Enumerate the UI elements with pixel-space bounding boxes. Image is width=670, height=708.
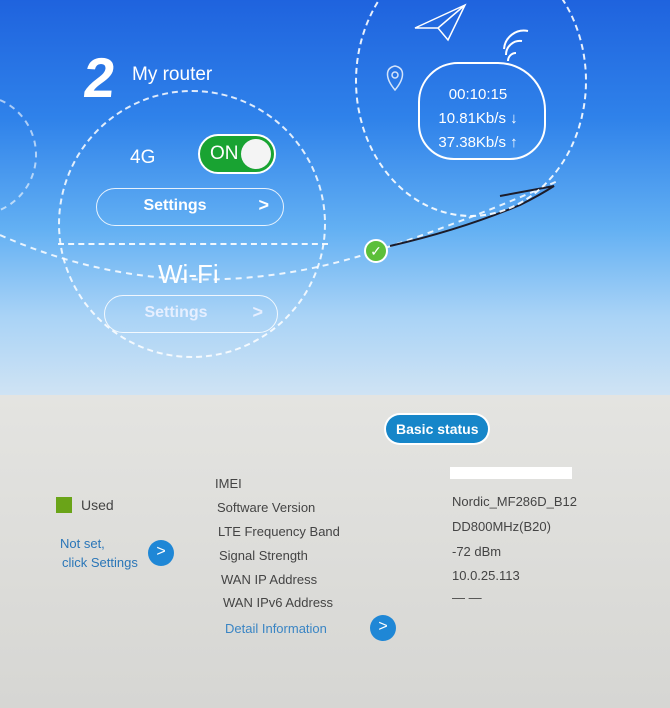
status-value-signal: -72 dBm — [452, 544, 502, 559]
detail-information-link[interactable]: Detail Information — [225, 621, 327, 636]
status-value-wan-ipv6: — — — [452, 590, 482, 605]
status-key-wan-ipv6: WAN IPv6 Address — [223, 595, 334, 610]
chevron-right-icon: > — [156, 543, 166, 560]
status-panel — [0, 395, 670, 708]
router-panel: 2 My router 4G ON Settings > Wi-Fi Setti… — [0, 0, 670, 395]
signal-waves-icon — [503, 29, 529, 62]
status-value-wan-ip: 10.0.25.113 — [452, 568, 520, 583]
used-label: Used — [81, 497, 114, 513]
lte-settings-button[interactable]: Settings > — [96, 188, 284, 226]
status-key-imei: IMEI — [215, 476, 242, 491]
status-key-software: Software Version — [217, 500, 316, 515]
wifi-settings-label: Settings — [144, 304, 208, 321]
lte-toggle-state: ON — [210, 143, 239, 164]
status-key-band: LTE Frequency Band — [218, 524, 340, 539]
basic-status-badge: Basic status — [386, 415, 489, 443]
toggle-knob — [241, 139, 271, 169]
lte-label: 4G — [130, 147, 156, 168]
status-value-software: Nordic_MF286D_B12 — [452, 494, 578, 509]
used-legend-swatch — [56, 497, 72, 513]
wifi-settings-button[interactable]: Settings > — [104, 295, 278, 333]
step-number: 2 — [80, 46, 119, 109]
lte-toggle[interactable]: ON — [198, 134, 276, 174]
click-settings-link[interactable]: click Settings — [62, 555, 138, 570]
chevron-right-icon: > — [378, 618, 388, 635]
status-key-signal: Signal Strength — [219, 548, 308, 563]
paper-plane-icon — [414, 3, 467, 42]
wifi-label: Wi-Fi — [158, 259, 219, 289]
status-key-wan-ip: WAN IP Address — [221, 572, 318, 587]
divider — [58, 243, 328, 245]
location-pin-icon — [386, 65, 404, 92]
imei-value-redacted — [450, 467, 572, 479]
connection-duration: 00:10:15 — [448, 86, 508, 103]
check-icon: ✓ — [364, 239, 388, 263]
detail-information-button[interactable]: > — [370, 615, 396, 641]
not-set-link[interactable]: Not set, — [60, 536, 105, 551]
chevron-right-icon: > — [258, 195, 269, 215]
status-value-band: DD800MHz(B20) — [452, 519, 551, 534]
data-settings-button[interactable]: > — [148, 540, 174, 566]
upload-speed: 37.38Kb/s ↑ — [438, 134, 518, 151]
download-speed: 10.81Kb/s ↓ — [438, 110, 518, 127]
router-title: My router — [132, 64, 213, 85]
lte-settings-label: Settings — [143, 197, 207, 214]
chevron-right-icon: > — [252, 302, 263, 322]
